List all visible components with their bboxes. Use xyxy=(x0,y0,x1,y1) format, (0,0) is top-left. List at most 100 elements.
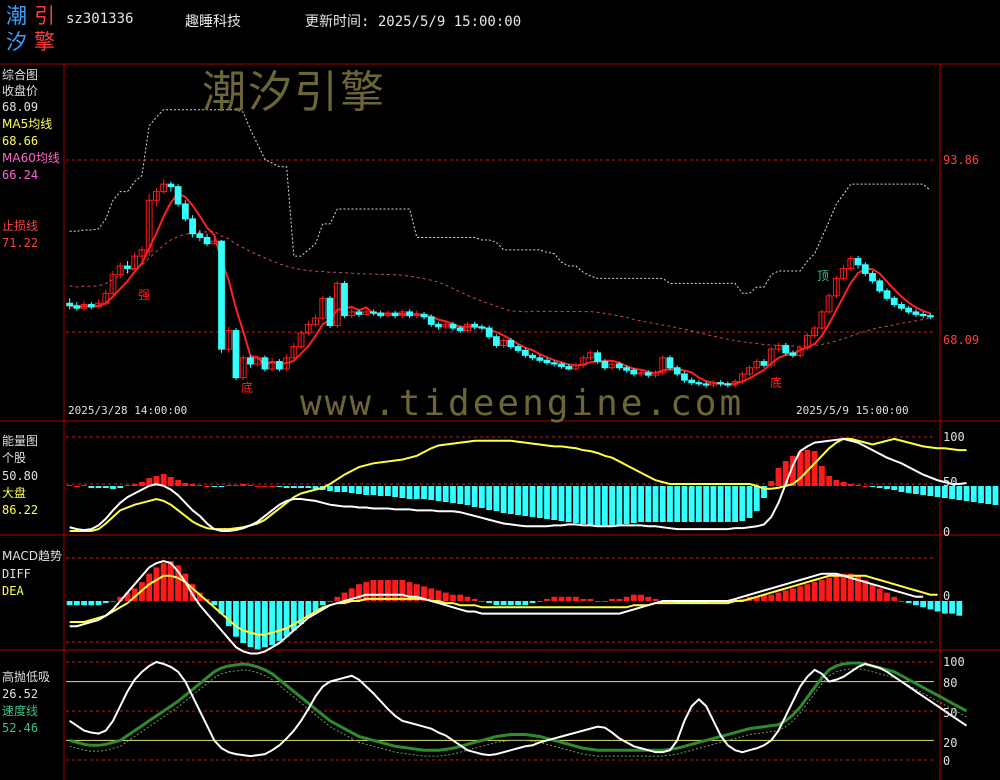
energy-bar xyxy=(182,483,189,486)
macd-bar xyxy=(254,601,261,650)
macd-bar xyxy=(913,601,919,606)
candle-body xyxy=(247,357,254,365)
candle-body xyxy=(536,357,544,361)
energy-bar xyxy=(283,486,290,488)
energy-bar xyxy=(124,485,131,486)
macd-bar xyxy=(95,601,102,606)
candle-body xyxy=(471,323,479,328)
candle-body xyxy=(644,372,652,376)
panel3-title: MACD趋势 xyxy=(2,549,62,563)
energy-bar xyxy=(399,486,406,498)
energy-bar xyxy=(95,486,102,488)
macd-bar xyxy=(515,601,521,606)
energy-bar xyxy=(117,486,124,488)
energy-bar xyxy=(493,486,500,511)
candle-body xyxy=(514,346,522,351)
candle-body xyxy=(66,302,74,307)
energy-bar xyxy=(435,486,442,501)
energy-bar xyxy=(66,485,73,486)
candle-body xyxy=(355,311,363,315)
energy-bar xyxy=(732,486,738,522)
macd-bar xyxy=(804,584,811,601)
energy-bar xyxy=(696,486,702,522)
market-value: 86.22 xyxy=(2,503,39,517)
candle-body xyxy=(789,352,797,356)
candle-body xyxy=(261,357,269,370)
energy-bar xyxy=(73,486,80,487)
energy-bar xyxy=(486,486,493,510)
mark-strong: 强 xyxy=(138,288,151,302)
energy-bar xyxy=(442,486,449,502)
energy-bar xyxy=(356,486,362,494)
macd-bar xyxy=(486,601,493,604)
ma5-value: 68.66 xyxy=(2,134,39,148)
candle-body xyxy=(623,367,630,371)
macd-bar xyxy=(609,598,616,601)
panel2-title: 能量图 xyxy=(2,434,39,448)
energy-bar xyxy=(753,486,760,511)
energy-bar xyxy=(196,485,203,486)
energy-bar xyxy=(963,486,970,501)
macd-bar xyxy=(392,580,399,601)
macd-bar xyxy=(88,601,95,606)
close-label: 收盘价 xyxy=(2,84,39,98)
macd-bar xyxy=(898,601,905,602)
energy-bar xyxy=(884,486,890,489)
hl-axis-0: 0 xyxy=(943,754,951,768)
candle-body xyxy=(87,303,95,308)
candle-body xyxy=(449,323,457,329)
energy-bar xyxy=(674,486,681,522)
candle-body xyxy=(673,367,681,375)
energy-bar xyxy=(450,486,456,503)
macd-bar xyxy=(153,567,160,601)
price-axis-high: 93.86 xyxy=(943,153,980,167)
panel1-title: 综合图 xyxy=(2,68,39,82)
energy-bar xyxy=(139,482,145,486)
macd-bar xyxy=(450,594,456,601)
energy-bar xyxy=(479,486,485,508)
candle-body xyxy=(861,264,869,274)
energy-bar xyxy=(225,485,232,486)
energy-bar xyxy=(102,486,109,488)
energy-bar xyxy=(421,486,427,499)
candle-body xyxy=(601,361,609,369)
energy-bar xyxy=(384,486,391,496)
energy-bar xyxy=(580,486,587,524)
macd-bar xyxy=(587,598,594,601)
candle-body xyxy=(485,327,493,338)
macd-bar xyxy=(464,596,471,601)
dea-label: DEA xyxy=(2,584,24,598)
energy-bar xyxy=(978,486,984,503)
energy-bar xyxy=(254,486,261,487)
stop-value: 71.22 xyxy=(2,236,39,250)
candle-body xyxy=(550,362,558,365)
energy-bar xyxy=(898,486,905,492)
energy-bar xyxy=(667,486,673,522)
macd-bar xyxy=(905,601,912,604)
candle-body xyxy=(565,366,573,370)
energy-bar xyxy=(876,486,883,488)
energy-bar xyxy=(630,486,637,523)
energy-bar xyxy=(920,486,927,495)
macd-bar xyxy=(435,590,442,601)
macd-bar xyxy=(934,601,941,612)
energy-bar xyxy=(464,486,471,505)
candle-body xyxy=(232,330,240,379)
stop-label: 止损线 xyxy=(2,219,39,233)
energy-bar xyxy=(739,486,746,521)
panel4-title: 高抛低吸 xyxy=(2,670,51,684)
energy-bar xyxy=(594,486,601,526)
candle-body xyxy=(326,297,334,327)
macd-bar xyxy=(262,601,268,648)
macd-bar xyxy=(110,601,116,602)
energy-bar xyxy=(247,485,254,486)
hl-axis-80: 80 xyxy=(943,676,958,690)
energy-bar xyxy=(88,486,95,488)
macd-bar xyxy=(630,594,637,601)
candle-body xyxy=(124,265,131,269)
energy-bar xyxy=(370,486,377,495)
close-value: 68.09 xyxy=(2,100,39,114)
candle-body xyxy=(218,240,225,350)
macd-bar xyxy=(536,601,543,602)
candle-body xyxy=(890,297,898,305)
